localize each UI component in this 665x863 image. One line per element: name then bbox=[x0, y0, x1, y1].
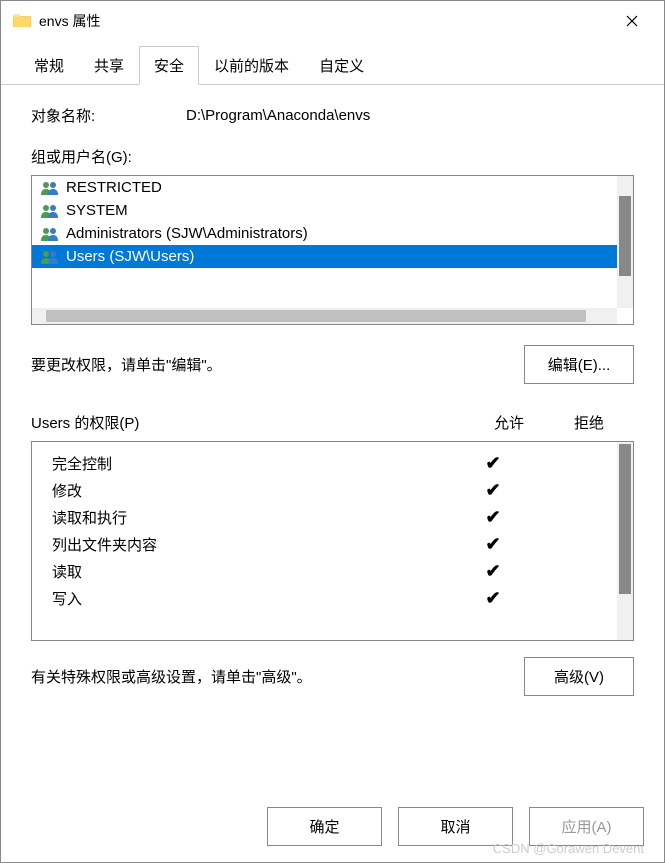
permissions-label: Users 的权限(P) bbox=[31, 412, 139, 433]
object-name-label: 对象名称: bbox=[31, 105, 186, 126]
edit-button[interactable]: 编辑(E)... bbox=[524, 345, 634, 384]
permission-row: 写入✔ bbox=[32, 585, 633, 612]
close-button[interactable] bbox=[612, 1, 652, 41]
groups-hscrollbar[interactable] bbox=[32, 308, 617, 324]
permission-name: 完全控制 bbox=[52, 453, 453, 474]
apply-button[interactable]: 应用(A) bbox=[529, 807, 644, 846]
tab-1[interactable]: 共享 bbox=[79, 46, 139, 85]
window-title: envs 属性 bbox=[39, 11, 612, 31]
permissions-listbox[interactable]: 完全控制✔修改✔读取和执行✔列出文件夹内容✔读取✔写入✔ bbox=[31, 441, 634, 641]
allow-check-icon: ✔ bbox=[453, 453, 533, 474]
allow-check-icon: ✔ bbox=[453, 534, 533, 555]
cancel-button[interactable]: 取消 bbox=[398, 807, 513, 846]
allow-header: 允许 bbox=[494, 412, 524, 433]
permission-name: 读取和执行 bbox=[52, 507, 453, 528]
permission-row: 修改✔ bbox=[32, 477, 633, 504]
users-icon bbox=[40, 180, 60, 196]
permission-name: 写入 bbox=[52, 588, 453, 609]
advanced-button[interactable]: 高级(V) bbox=[524, 657, 634, 696]
security-panel: 对象名称: D:\Program\Anaconda\envs 组或用户名(G):… bbox=[1, 85, 664, 716]
tab-3[interactable]: 以前的版本 bbox=[199, 46, 304, 85]
allow-check-icon: ✔ bbox=[453, 507, 533, 528]
users-icon bbox=[40, 203, 60, 219]
tab-2[interactable]: 安全 bbox=[139, 46, 199, 85]
permission-row: 读取✔ bbox=[32, 558, 633, 585]
tab-4[interactable]: 自定义 bbox=[304, 46, 379, 85]
group-name: RESTRICTED bbox=[66, 179, 162, 196]
dialog-footer: 确定 取消 应用(A) bbox=[267, 807, 644, 846]
allow-check-icon: ✔ bbox=[453, 588, 533, 609]
deny-header: 拒绝 bbox=[574, 412, 604, 433]
permission-name: 读取 bbox=[52, 561, 453, 582]
perm-vscrollbar[interactable] bbox=[617, 442, 633, 640]
tab-strip: 常规共享安全以前的版本自定义 bbox=[1, 45, 664, 85]
allow-check-icon: ✔ bbox=[453, 561, 533, 582]
users-icon bbox=[40, 226, 60, 242]
edit-hint: 要更改权限，请单击"编辑"。 bbox=[31, 354, 222, 375]
permission-name: 修改 bbox=[52, 480, 453, 501]
ok-button[interactable]: 确定 bbox=[267, 807, 382, 846]
tab-0[interactable]: 常规 bbox=[19, 46, 79, 85]
permission-row: 读取和执行✔ bbox=[32, 504, 633, 531]
list-item[interactable]: SYSTEM bbox=[32, 199, 633, 222]
group-name: Administrators (SJW\Administrators) bbox=[66, 225, 308, 242]
advanced-hint: 有关特殊权限或高级设置，请单击"高级"。 bbox=[31, 666, 312, 687]
close-icon bbox=[626, 15, 638, 27]
object-name-value: D:\Program\Anaconda\envs bbox=[186, 107, 370, 124]
folder-icon bbox=[13, 13, 31, 29]
titlebar: envs 属性 bbox=[1, 1, 664, 41]
groups-vscrollbar[interactable] bbox=[617, 176, 633, 308]
group-name: Users (SJW\Users) bbox=[66, 248, 194, 265]
permission-row: 列出文件夹内容✔ bbox=[32, 531, 633, 558]
list-item[interactable]: Administrators (SJW\Administrators) bbox=[32, 222, 633, 245]
groups-label: 组或用户名(G): bbox=[31, 146, 634, 167]
groups-listbox[interactable]: RESTRICTED SYSTEM Administrators (SJW\Admi… bbox=[31, 175, 634, 325]
permission-name: 列出文件夹内容 bbox=[52, 534, 453, 555]
permission-row: 完全控制✔ bbox=[32, 450, 633, 477]
group-name: SYSTEM bbox=[66, 202, 128, 219]
allow-check-icon: ✔ bbox=[453, 480, 533, 501]
users-icon bbox=[40, 249, 60, 265]
list-item[interactable]: RESTRICTED bbox=[32, 176, 633, 199]
list-item[interactable]: Users (SJW\Users) bbox=[32, 245, 633, 268]
